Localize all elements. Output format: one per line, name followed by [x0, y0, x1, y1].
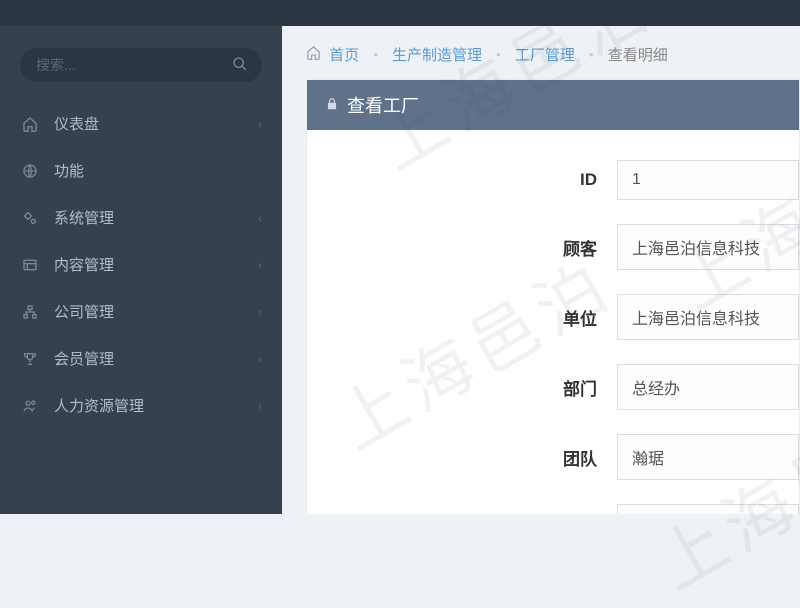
- globe-icon: [20, 163, 40, 179]
- form-row-department: 部门 总经办: [307, 364, 799, 410]
- home-icon: [306, 47, 325, 64]
- panel-title: 查看工厂: [347, 92, 419, 118]
- form-row-id: ID 1: [307, 160, 799, 200]
- sitemap-icon: [20, 304, 40, 320]
- sidebar-item-member[interactable]: 会员管理 ‹: [0, 335, 282, 382]
- form-label: 单位: [307, 305, 617, 330]
- sidebar: 仪表盘 ‹ 功能 系统管理 ‹ 内容管理: [0, 26, 282, 514]
- users-icon: [20, 398, 40, 414]
- form-value: 瀚琚: [617, 434, 799, 480]
- breadcrumb-separator: ●: [496, 50, 501, 59]
- form-value: 1111: [617, 504, 799, 514]
- trophy-icon: [20, 351, 40, 367]
- form-row-unit: 单位 上海邑泊信息科技: [307, 294, 799, 340]
- chevron-left-icon: ‹: [258, 117, 262, 131]
- form-label: 部门: [307, 375, 617, 400]
- search-icon[interactable]: [232, 56, 248, 77]
- breadcrumb-link[interactable]: 生产制造管理: [392, 44, 482, 65]
- form-row-team: 团队 瀚琚: [307, 434, 799, 480]
- chevron-left-icon: ‹: [258, 258, 262, 272]
- chevron-left-icon: ‹: [258, 305, 262, 319]
- panel-header: 查看工厂: [307, 80, 799, 130]
- panel-view-factory: 查看工厂 ID 1 顾客 上海邑泊信息科技 单位 上海邑泊信息科技 部门 总经办: [306, 79, 800, 514]
- sidebar-item-label: 仪表盘: [54, 113, 99, 134]
- cogs-icon: [20, 210, 40, 226]
- sidebar-item-label: 会员管理: [54, 348, 114, 369]
- sidebar-item-system[interactable]: 系统管理 ‹: [0, 194, 282, 241]
- form-label: 顾客: [307, 235, 617, 260]
- chevron-left-icon: ‹: [258, 399, 262, 413]
- sidebar-item-label: 人力资源管理: [54, 395, 144, 416]
- sidebar-item-label: 系统管理: [54, 207, 114, 228]
- layout-icon: [20, 257, 40, 273]
- sidebar-item-label: 功能: [54, 160, 84, 181]
- form-label: ID: [307, 170, 617, 190]
- search-input[interactable]: [20, 48, 262, 82]
- form-value: 上海邑泊信息科技: [617, 224, 799, 270]
- breadcrumb: 首页 ● 生产制造管理 ● 工厂管理 ● 查看明细: [282, 26, 800, 79]
- sidebar-item-dashboard[interactable]: 仪表盘 ‹: [0, 100, 282, 147]
- sidebar-item-company[interactable]: 公司管理 ‹: [0, 288, 282, 335]
- form-row-customer: 顾客 上海邑泊信息科技: [307, 224, 799, 270]
- lock-icon: [325, 97, 339, 114]
- breadcrumb-separator: ●: [373, 50, 378, 59]
- chevron-left-icon: ‹: [258, 211, 262, 225]
- sidebar-item-hr[interactable]: 人力资源管理 ‹: [0, 382, 282, 429]
- form-value: 上海邑泊信息科技: [617, 294, 799, 340]
- breadcrumb-current: 查看明细: [608, 44, 668, 65]
- sidebar-item-label: 公司管理: [54, 301, 114, 322]
- home-icon: [20, 116, 40, 132]
- form-value: 1: [617, 160, 799, 200]
- sidebar-item-features[interactable]: 功能: [0, 147, 282, 194]
- form-label: 团队: [307, 445, 617, 470]
- form: ID 1 顾客 上海邑泊信息科技 单位 上海邑泊信息科技 部门 总经办 团队: [307, 130, 799, 514]
- search-wrap: [0, 26, 282, 100]
- sidebar-item-label: 内容管理: [54, 254, 114, 275]
- breadcrumb-link[interactable]: 首页: [329, 47, 359, 64]
- chevron-left-icon: ‹: [258, 352, 262, 366]
- sidebar-nav: 仪表盘 ‹ 功能 系统管理 ‹ 内容管理: [0, 100, 282, 429]
- breadcrumb-home[interactable]: 首页: [306, 44, 359, 65]
- topbar: [0, 0, 800, 26]
- breadcrumb-separator: ●: [589, 50, 594, 59]
- sidebar-item-content[interactable]: 内容管理 ‹: [0, 241, 282, 288]
- form-row-number: 编号 1111: [307, 504, 799, 514]
- breadcrumb-link[interactable]: 工厂管理: [515, 44, 575, 65]
- form-value: 总经办: [617, 364, 799, 410]
- main: 首页 ● 生产制造管理 ● 工厂管理 ● 查看明细 查看工厂 ID 1: [282, 26, 800, 514]
